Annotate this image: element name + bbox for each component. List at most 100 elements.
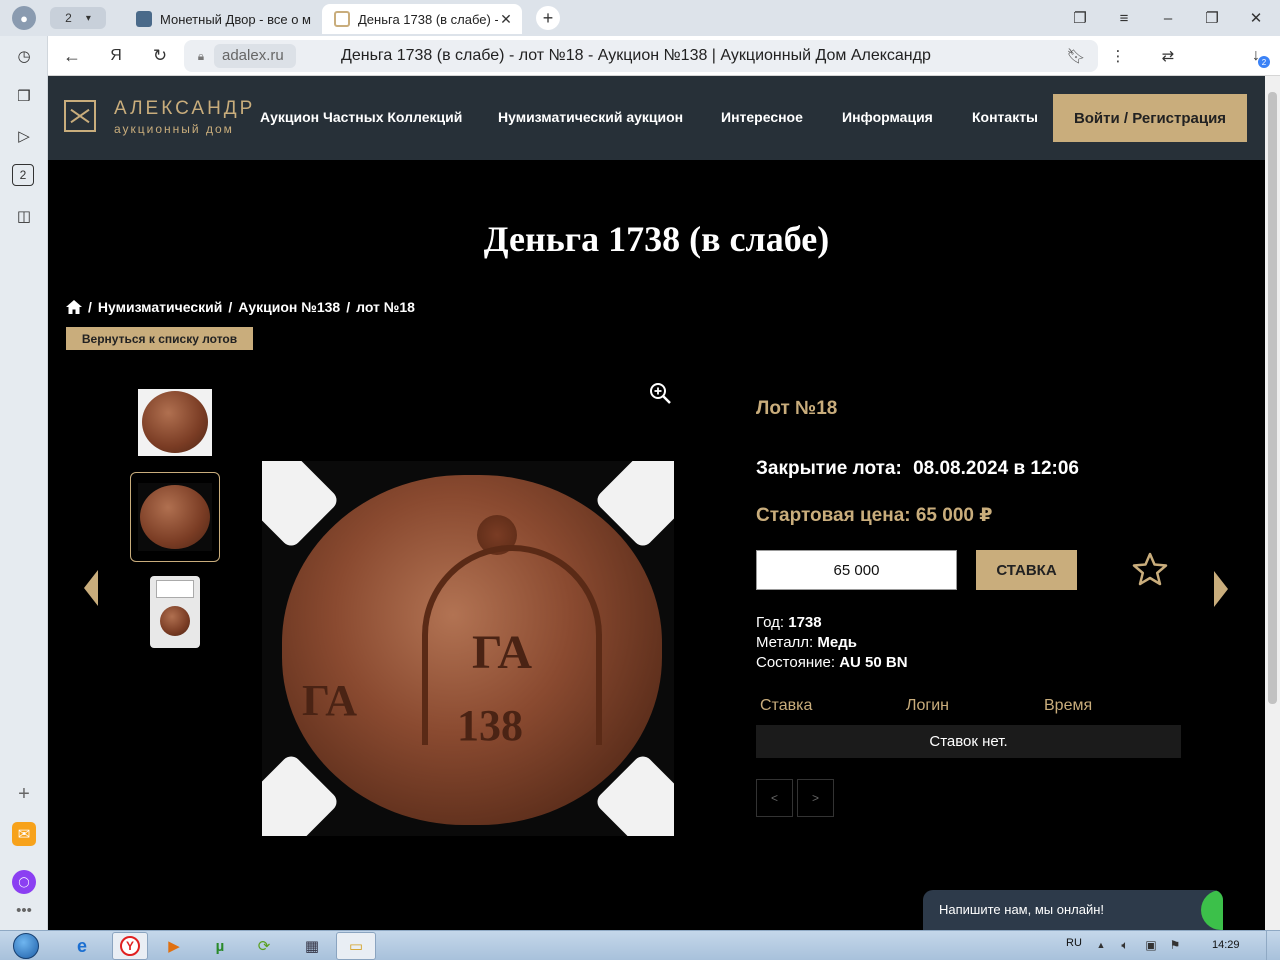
bid-amount-input[interactable] [756, 550, 957, 590]
start-button-icon[interactable] [8, 931, 44, 960]
explorer-icon[interactable]: ▭ [336, 932, 376, 960]
nav-interesting[interactable]: Интересное [721, 109, 803, 125]
reload-icon[interactable]: ↻ [148, 44, 172, 68]
nav-contacts[interactable]: Контакты [972, 109, 1038, 125]
tray-up-icon[interactable]: ▲ [1094, 937, 1108, 953]
bookmark-icon[interactable]: 🔖︎ [1066, 44, 1086, 68]
page-title-text: Деньга 1738 (в слабе) - лот №18 - Аукцио… [341, 47, 931, 64]
domain-chip[interactable]: adalex.ru [214, 44, 296, 68]
tabs-count-icon[interactable]: 2 [12, 164, 34, 186]
main-coin-image[interactable]: ГА 138 ГА [262, 461, 674, 836]
tab-current-lot[interactable]: Деньга 1738 (в слабе) - ✕ [322, 4, 522, 34]
sync-icon[interactable]: ⟳ [252, 934, 276, 958]
restore-icon[interactable]: ❐ [1200, 6, 1224, 30]
logo-name[interactable]: АЛЕКСАНДР [114, 98, 255, 120]
lot-number: Лот №18 [756, 398, 838, 419]
thumbnail-2-selected[interactable] [130, 472, 220, 562]
next-page-button[interactable]: > [797, 779, 834, 817]
slab-label [156, 580, 194, 598]
place-bid-button[interactable]: СТАВКА [976, 550, 1077, 590]
torrent-icon[interactable]: µ [208, 934, 232, 958]
thumbnail-image [138, 483, 212, 551]
collections-icon[interactable]: ❒ [12, 84, 36, 108]
prop-value: AU 50 BN [839, 654, 908, 671]
alexander-favicon-icon [334, 11, 350, 27]
screenshot-icon[interactable]: ◫ [12, 204, 36, 228]
thumbnail-1[interactable] [138, 389, 212, 456]
lot-close-time: Закрытие лота: 08.08.2024 в 12:06 [756, 458, 1079, 480]
coin-inscription-left: ГА [302, 676, 357, 725]
tab-title: Монетный Двор - все о м [160, 11, 311, 27]
tab-monetny-dvor[interactable]: Монетный Двор - все о м [124, 4, 316, 34]
breadcrumb-auction[interactable]: Аукцион №138 [238, 299, 340, 315]
add-panel-icon[interactable]: + [12, 782, 36, 806]
breadcrumb: / Нумизматический / Аукцион №138 / лот №… [66, 298, 415, 316]
lock-icon[interactable]: 🔒︎ [192, 46, 210, 66]
chevron-down-icon: ▾ [85, 12, 91, 24]
yandex-icon[interactable]: Я [104, 44, 128, 68]
nav-numismatic-auction[interactable]: Нумизматический аукцион [498, 109, 683, 125]
chat-text: Напишите нам, мы онлайн! [939, 902, 1105, 917]
no-bids-row: Ставок нет. [756, 725, 1181, 758]
zoom-icon[interactable] [648, 381, 672, 405]
browser-tab-bar: ● 2 ▾ Монетный Двор - все о м Деньга 173… [0, 0, 1280, 36]
domain-text: adalex.ru [222, 47, 284, 64]
gallery-next-arrow[interactable] [1212, 571, 1228, 607]
scrollbar-thumb[interactable] [1268, 92, 1277, 704]
new-tab-icon[interactable]: + [536, 6, 560, 30]
back-arrow-icon[interactable]: ← [60, 44, 84, 68]
back-to-lots-button[interactable]: Вернуться к списку лотов [66, 327, 253, 350]
site-header: АЛЕКСАНДР аукционный дом Аукцион Частных… [48, 76, 1265, 160]
translate-icon[interactable]: ⇄ [1156, 44, 1180, 68]
coin-thumbnail [160, 606, 190, 636]
nav-private-collections[interactable]: Аукцион Частных Коллекций [260, 109, 462, 125]
more-icon[interactable]: ••• [12, 902, 36, 919]
mail-icon[interactable]: ✉ [12, 822, 36, 846]
prev-page-button[interactable]: < [756, 779, 793, 817]
network-icon[interactable]: ▣ [1142, 937, 1160, 953]
prop-year: Год: 1738 [756, 614, 822, 631]
logo-subtitle[interactable]: аукционный дом [114, 122, 234, 136]
ie-icon[interactable]: e [70, 934, 94, 958]
prop-label: Металл: [756, 634, 814, 651]
gallery-prev-arrow[interactable] [84, 570, 100, 606]
breadcrumb-lot[interactable]: лот №18 [356, 299, 415, 315]
prop-value: 1738 [788, 614, 822, 631]
yandex-browser-icon[interactable]: Y [112, 932, 148, 960]
chat-widget[interactable]: Напишите нам, мы онлайн! [923, 890, 1223, 930]
profile-icon[interactable]: ● [12, 6, 36, 30]
show-desktop-button[interactable] [1266, 931, 1280, 960]
thumbnail-3[interactable] [150, 576, 200, 648]
favorite-star-icon[interactable] [1132, 552, 1168, 586]
menu-icon[interactable]: ≡ [1112, 6, 1136, 30]
alice-icon[interactable]: ◯ [12, 870, 36, 894]
close-tab-icon[interactable]: ✕ [496, 9, 516, 29]
tab-title: Деньга 1738 (в слабе) - [358, 11, 498, 27]
site-favicon-icon [136, 11, 152, 27]
history-icon[interactable]: ◷ [12, 44, 36, 68]
breadcrumb-numismatic[interactable]: Нумизматический [98, 299, 222, 315]
address-bar: ← Я ↻ 🔒︎ adalex.ru Деньга 1738 (в слабе)… [48, 36, 1280, 76]
chat-online-icon [1201, 890, 1223, 930]
more-vertical-icon[interactable]: ⋮ [1108, 44, 1128, 68]
clock[interactable]: 14:29 [1212, 939, 1240, 951]
calculator-icon[interactable]: ▦ [300, 934, 324, 958]
home-icon[interactable] [66, 300, 82, 314]
login-register-button[interactable]: Войти / Регистрация [1053, 94, 1247, 142]
video-icon[interactable]: ▷ [12, 124, 36, 148]
sidebar-badge: 2 [19, 168, 27, 182]
flag-icon[interactable]: ⚑ [1166, 937, 1184, 953]
nav-information[interactable]: Информация [842, 109, 933, 125]
prop-condition: Состояние: AU 50 BN [756, 654, 908, 671]
tab-counter-button[interactable]: 2 ▾ [50, 7, 106, 29]
language-indicator[interactable]: RU [1066, 937, 1082, 949]
minimize-icon[interactable]: – [1156, 6, 1180, 30]
breadcrumb-separator: / [228, 299, 233, 315]
logo-icon[interactable] [64, 100, 96, 132]
page-scrollbar[interactable] [1265, 76, 1280, 930]
bookmarks-icon[interactable]: ❐ [1068, 6, 1092, 30]
volume-icon[interactable]: 🔈︎ [1116, 937, 1134, 953]
media-player-icon[interactable]: ▶ [162, 934, 186, 958]
coin-thumbnail [142, 391, 208, 453]
close-window-icon[interactable]: ✕ [1244, 6, 1268, 30]
